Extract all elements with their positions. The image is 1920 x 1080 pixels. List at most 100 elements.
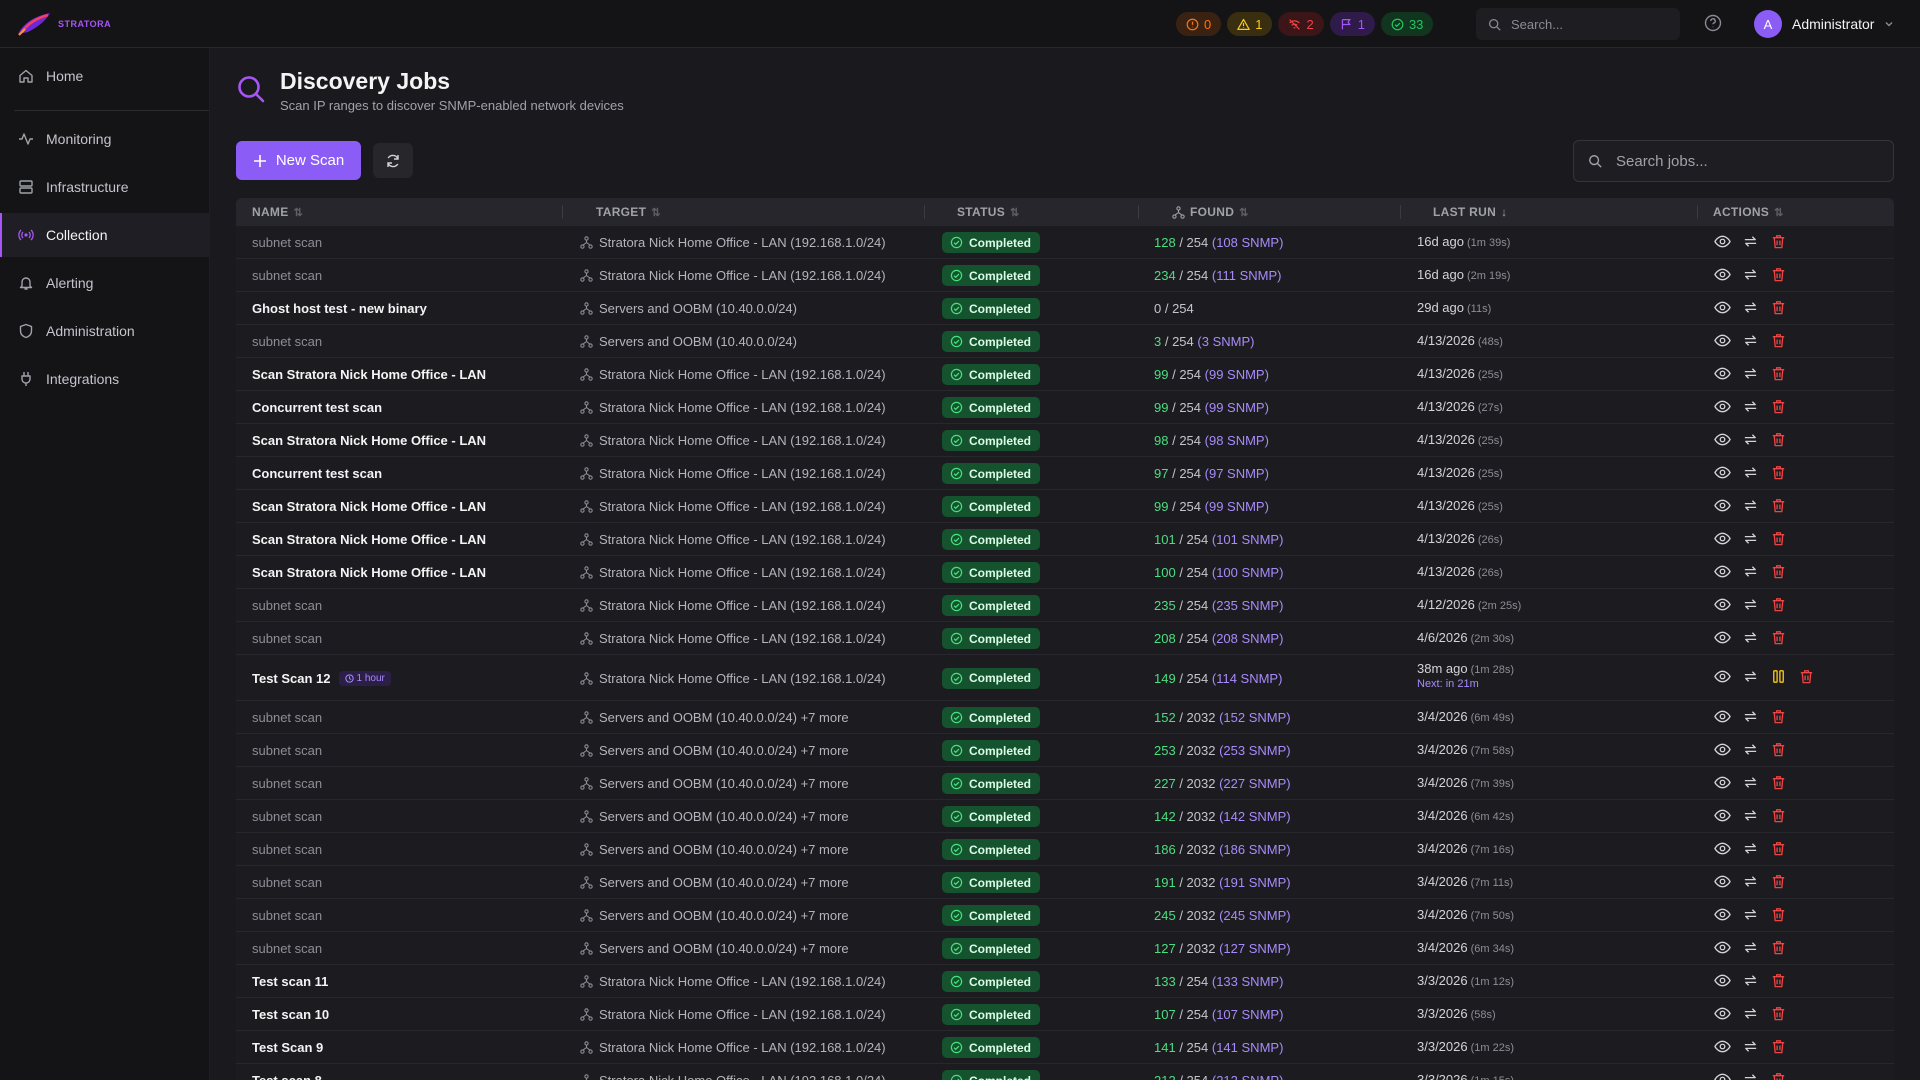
table-row[interactable]: Concurrent test scan Stratora Nick Home O… [236, 391, 1894, 424]
rerun-button[interactable] [1742, 563, 1759, 583]
sidebar-item-administration[interactable]: Administration [0, 309, 210, 353]
job-name[interactable]: Test scan 11 [252, 974, 328, 989]
rerun-icon[interactable] [1742, 939, 1759, 956]
job-name[interactable]: subnet scan [252, 941, 322, 956]
eye-icon[interactable] [1714, 873, 1731, 890]
eye-icon[interactable] [1714, 266, 1731, 283]
delete-button[interactable] [1770, 774, 1787, 794]
job-name[interactable]: subnet scan [252, 908, 322, 923]
delete-button[interactable] [1770, 332, 1787, 352]
view-button[interactable] [1714, 1005, 1731, 1025]
delete-button[interactable] [1770, 1071, 1787, 1080]
new-scan-button[interactable]: New Scan [236, 141, 361, 180]
rerun-icon[interactable] [1742, 668, 1759, 685]
eye-icon[interactable] [1714, 431, 1731, 448]
pause-button[interactable] [1770, 668, 1787, 688]
table-row[interactable]: Test scan 8 Stratora Nick Home Office - L… [236, 1064, 1894, 1080]
delete-button[interactable] [1770, 266, 1787, 286]
eye-icon[interactable] [1714, 906, 1731, 923]
view-button[interactable] [1714, 464, 1731, 484]
delete-button[interactable] [1770, 873, 1787, 893]
eye-icon[interactable] [1714, 1038, 1731, 1055]
view-button[interactable] [1714, 299, 1731, 319]
rerun-icon[interactable] [1742, 972, 1759, 989]
rerun-icon[interactable] [1742, 873, 1759, 890]
view-button[interactable] [1714, 668, 1731, 688]
rerun-button[interactable] [1742, 332, 1759, 352]
trash-icon[interactable] [1770, 332, 1787, 349]
eye-icon[interactable] [1714, 464, 1731, 481]
job-name[interactable]: Concurrent test scan [252, 466, 382, 481]
delete-button[interactable] [1770, 972, 1787, 992]
alert-pill-warning[interactable]: 1 [1227, 12, 1273, 36]
trash-icon[interactable] [1770, 1038, 1787, 1055]
eye-icon[interactable] [1714, 563, 1731, 580]
table-row[interactable]: subnet scan Servers and OOBM (10.40.0.0/2… [236, 833, 1894, 866]
view-button[interactable] [1714, 708, 1731, 728]
trash-icon[interactable] [1770, 299, 1787, 316]
pause-icon[interactable] [1770, 668, 1787, 685]
rerun-icon[interactable] [1742, 464, 1759, 481]
job-name[interactable]: Scan Stratora Nick Home Office - LAN [252, 532, 486, 547]
rerun-icon[interactable] [1742, 233, 1759, 250]
job-name[interactable]: Scan Stratora Nick Home Office - LAN [252, 433, 486, 448]
sidebar-item-alerting[interactable]: Alerting [0, 261, 210, 305]
view-button[interactable] [1714, 497, 1731, 517]
delete-button[interactable] [1770, 596, 1787, 616]
trash-icon[interactable] [1798, 668, 1815, 685]
table-row[interactable]: subnet scan Servers and OOBM (10.40.0.0/2… [236, 325, 1894, 358]
job-name[interactable]: subnet scan [252, 875, 322, 890]
delete-button[interactable] [1770, 530, 1787, 550]
view-button[interactable] [1714, 398, 1731, 418]
rerun-button[interactable] [1742, 708, 1759, 728]
eye-icon[interactable] [1714, 774, 1731, 791]
column-header-found[interactable]: FOUND ⇅ [1172, 205, 1249, 219]
trash-icon[interactable] [1770, 464, 1787, 481]
rerun-button[interactable] [1742, 497, 1759, 517]
view-button[interactable] [1714, 807, 1731, 827]
table-row[interactable]: Scan Stratora Nick Home Office - LAN Stra… [236, 523, 1894, 556]
trash-icon[interactable] [1770, 266, 1787, 283]
table-row[interactable]: subnet scan Stratora Nick Home Office - L… [236, 259, 1894, 292]
rerun-button[interactable] [1742, 266, 1759, 286]
view-button[interactable] [1714, 873, 1731, 893]
rerun-icon[interactable] [1742, 596, 1759, 613]
trash-icon[interactable] [1770, 431, 1787, 448]
rerun-button[interactable] [1742, 668, 1759, 688]
view-button[interactable] [1714, 906, 1731, 926]
rerun-button[interactable] [1742, 873, 1759, 893]
job-name[interactable]: subnet scan [252, 710, 322, 725]
rerun-button[interactable] [1742, 398, 1759, 418]
trash-icon[interactable] [1770, 1005, 1787, 1022]
eye-icon[interactable] [1714, 233, 1731, 250]
delete-button[interactable] [1770, 464, 1787, 484]
delete-button[interactable] [1770, 1038, 1787, 1058]
view-button[interactable] [1714, 431, 1731, 451]
rerun-icon[interactable] [1742, 1038, 1759, 1055]
rerun-icon[interactable] [1742, 807, 1759, 824]
rerun-icon[interactable] [1742, 398, 1759, 415]
rerun-icon[interactable] [1742, 365, 1759, 382]
rerun-icon[interactable] [1742, 1005, 1759, 1022]
rerun-icon[interactable] [1742, 774, 1759, 791]
column-header-target[interactable]: TARGET ⇅ [596, 205, 661, 219]
eye-icon[interactable] [1714, 668, 1731, 685]
table-row[interactable]: subnet scan Servers and OOBM (10.40.0.0/2… [236, 800, 1894, 833]
table-row[interactable]: subnet scan Servers and OOBM (10.40.0.0/2… [236, 701, 1894, 734]
trash-icon[interactable] [1770, 365, 1787, 382]
view-button[interactable] [1714, 530, 1731, 550]
refresh-button[interactable] [373, 143, 413, 178]
table-row[interactable]: Concurrent test scan Stratora Nick Home O… [236, 457, 1894, 490]
rerun-icon[interactable] [1742, 1071, 1759, 1080]
job-name[interactable]: subnet scan [252, 743, 322, 758]
rerun-button[interactable] [1742, 365, 1759, 385]
eye-icon[interactable] [1714, 398, 1731, 415]
help-icon[interactable] [1704, 14, 1722, 32]
brand-logo[interactable]: STRATORA [16, 10, 111, 38]
delete-button[interactable] [1770, 365, 1787, 385]
delete-button[interactable] [1770, 939, 1787, 959]
table-row[interactable]: subnet scan Stratora Nick Home Office - L… [236, 622, 1894, 655]
trash-icon[interactable] [1770, 497, 1787, 514]
alert-pill-critical[interactable]: 0 [1176, 12, 1222, 36]
trash-icon[interactable] [1770, 774, 1787, 791]
